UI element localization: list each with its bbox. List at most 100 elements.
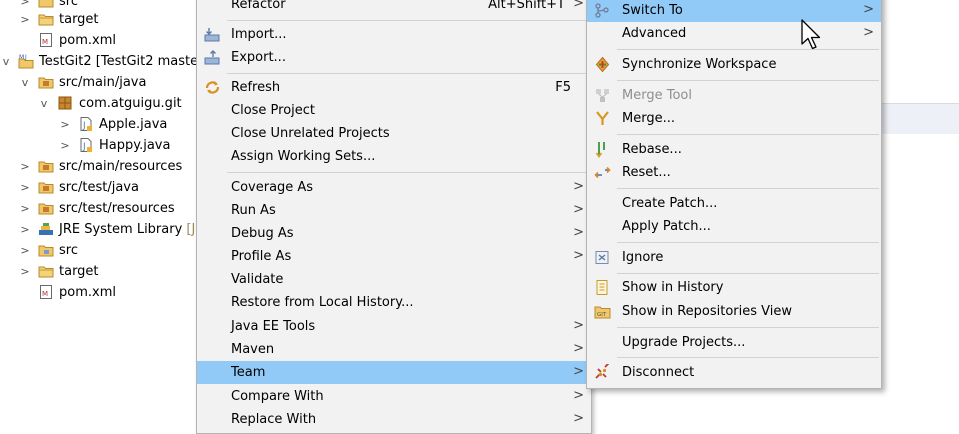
expand-toggle-icon[interactable]: > [20,9,30,30]
rebase-icon [595,142,605,158]
tree-item-project[interactable]: v M J TestGit2 [TestGit2 master] [0,51,200,72]
menu-item-run-as[interactable]: Run As > [197,199,591,222]
menu-item-debug-as[interactable]: Debug As > [197,222,591,245]
xml-file-icon: M [40,33,52,47]
menu-item-java-ee-tools[interactable]: Java EE Tools > [197,315,591,338]
menu-item-show-in-history[interactable]: Show in History [587,276,881,299]
menu-item-merge[interactable]: Merge... [587,107,881,130]
expand-toggle-icon[interactable]: > [20,261,30,282]
tree-item-src-main-java[interactable]: v src/main/java [0,72,200,93]
menu-item-upgrade-projects[interactable]: Upgrade Projects... [587,331,881,354]
menu-separator [227,73,589,74]
tree-item-label: src/test/java [59,180,139,195]
menu-item-reset[interactable]: Reset... [587,161,881,184]
menu-item-close-unrelated-projects[interactable]: Close Unrelated Projects [197,122,591,145]
menu-item-restore-local-history[interactable]: Restore from Local History... [197,291,591,314]
menu-item-refresh[interactable]: Refresh F5 [197,76,591,99]
menu-item-label: Disconnect [622,365,695,380]
svg-text:M: M [42,38,48,46]
repositories-icon: GIT [594,306,611,319]
menu-item-label: Close Project [231,103,316,118]
tree-item-src[interactable]: > src [0,240,200,261]
svg-text:J: J [24,54,27,61]
menu-separator [617,327,879,328]
submenu-arrow-icon: > [573,179,584,194]
expand-toggle-icon[interactable]: > [20,198,30,219]
tree-item-target[interactable]: > target [0,261,200,282]
tree-item-target-top[interactable]: > target [0,9,200,30]
menu-item-merge-tool[interactable]: Merge Tool [587,84,881,107]
menu-item-switch-to[interactable]: Switch To > [587,0,881,22]
menu-item-profile-as[interactable]: Profile As > [197,245,591,268]
collapse-toggle-icon[interactable]: v [1,51,11,72]
menu-item-label: Merge... [622,111,675,126]
menu-item-label: Upgrade Projects... [622,335,746,350]
svg-text:J: J [82,121,86,131]
menu-item-advanced[interactable]: Advanced > [587,22,881,45]
tree-item-src-main-resources[interactable]: > src/main/resources [0,156,200,177]
expand-toggle-icon[interactable]: > [20,240,30,261]
menu-item-import[interactable]: Import... [197,23,591,46]
menu-item-rebase[interactable]: Rebase... [587,138,881,161]
expand-toggle-icon[interactable]: > [60,135,70,156]
source-folder-icon [38,77,54,89]
tree-item-jre-library[interactable]: > JRE System Library [Ja [0,219,200,240]
tree-item-src-test-java[interactable]: > src/test/java [0,177,200,198]
tree-item-label: JRE System Library [Ja [59,221,200,238]
project-explorer-tree: > src > target M pom.xml v M J TestGit2 … [0,0,200,416]
java-file-icon: J [80,138,92,152]
expand-toggle-icon[interactable]: > [20,219,30,240]
tree-item-src-test-resources[interactable]: > src/test/resources [0,198,200,219]
menu-item-export[interactable]: Export... [197,46,591,69]
tree-item-label: pom.xml [59,33,116,48]
menu-item-apply-patch[interactable]: Apply Patch... [587,215,881,238]
menu-item-validate[interactable]: Validate [197,268,591,291]
svg-text:M: M [19,54,24,61]
menu-item-disconnect[interactable]: Disconnect [587,361,881,384]
menu-item-label: Validate [231,272,284,287]
submenu-arrow-icon: > [573,364,584,379]
menu-item-create-patch[interactable]: Create Patch... [587,192,881,215]
src-folder-icon [38,245,54,257]
menu-item-label: Replace With [231,412,317,427]
editor-area [880,0,959,416]
tree-item-apple-java[interactable]: > J Apple.java [0,114,200,135]
tree-item-happy-java[interactable]: > J Happy.java [0,135,200,156]
expand-toggle-icon[interactable]: > [20,156,30,177]
mouse-cursor-icon [801,19,821,50]
menu-item-synchronize-workspace[interactable]: Synchronize Workspace [587,53,881,76]
src-folder-icon [38,0,54,8]
menu-item-label: Team [231,365,266,380]
tree-item-label: com.atguigu.git [79,96,182,111]
menu-item-label: Java EE Tools [231,319,316,334]
menu-item-compare-with[interactable]: Compare With > [197,385,591,408]
collapse-toggle-icon[interactable]: v [39,93,49,114]
expand-toggle-icon[interactable]: > [20,177,30,198]
menu-item-ignore[interactable]: Ignore [587,246,881,269]
menu-separator [617,134,879,135]
menu-item-maven[interactable]: Maven > [197,338,591,361]
tree-item-pom[interactable]: M pom.xml [0,282,200,303]
source-folder-icon [38,203,54,215]
submenu-arrow-icon: > [573,248,584,263]
refresh-icon [205,81,220,94]
menu-item-coverage-as[interactable]: Coverage As > [197,176,591,199]
menu-item-show-in-repositories-view[interactable]: GIT Show in Repositories View [587,300,881,323]
expand-toggle-icon[interactable]: > [60,114,70,135]
context-menu: Refactor Alt+Shift+T > Import... Export.… [196,0,592,434]
menu-item-assign-working-sets[interactable]: Assign Working Sets... [197,145,591,168]
tree-item-package[interactable]: v com.atguigu.git [0,93,200,114]
menu-item-label: Restore from Local History... [231,295,414,310]
menu-item-replace-with[interactable]: Replace With > [197,408,591,431]
menu-item-label: Synchronize Workspace [622,57,777,72]
menu-item-team[interactable]: Team > [197,361,591,384]
menu-separator [617,188,879,189]
menu-separator [227,20,589,21]
menu-item-label: Refactor [231,0,286,12]
menu-item-close-project[interactable]: Close Project [197,99,591,122]
tree-item-label: Happy.java [99,138,171,153]
tree-item-pom-top[interactable]: M pom.xml [0,30,200,51]
collapse-toggle-icon[interactable]: v [20,72,30,93]
menu-item-label: Show in Repositories View [622,304,792,319]
menu-item-refactor[interactable]: Refactor Alt+Shift+T > [197,0,591,16]
